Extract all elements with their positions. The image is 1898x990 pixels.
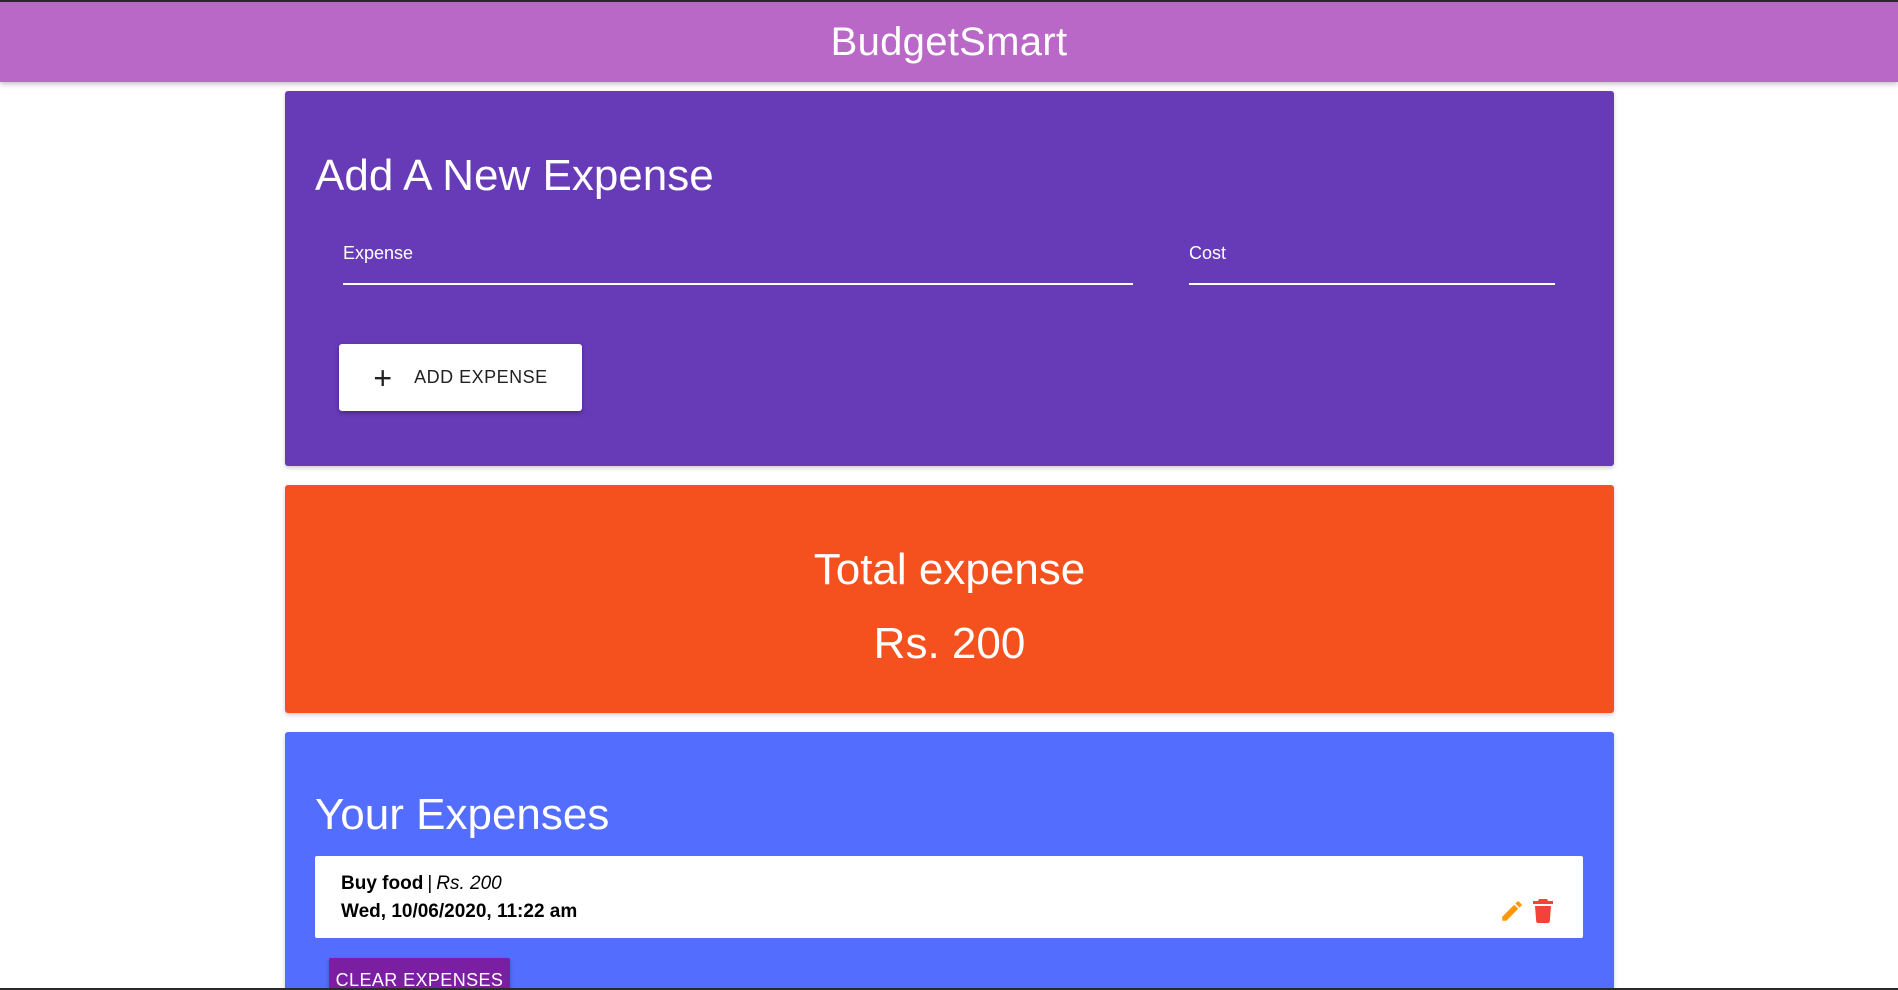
- cost-field[interactable]: Cost: [1189, 243, 1555, 285]
- expense-list-item: Buy food | Rs. 200 Wed, 10/06/2020, 11:22 …: [315, 856, 1583, 938]
- clear-expenses-button-label: CLEAR EXPENSES: [335, 970, 504, 990]
- cost-input[interactable]: [1189, 259, 1555, 281]
- total-expense-title: Total expense: [813, 545, 1086, 594]
- your-expenses-heading: Your Expenses: [315, 790, 610, 839]
- expense-input[interactable]: [343, 259, 1133, 281]
- total-expense-card: Total expense Rs. 200: [285, 485, 1614, 713]
- expense-item-name: Buy food: [341, 873, 424, 894]
- your-expenses-card: Your Expenses Buy food | Rs. 200 Wed, 10/0…: [285, 732, 1614, 990]
- clear-expenses-button[interactable]: CLEAR EXPENSES: [329, 958, 510, 990]
- plus-icon: +: [373, 359, 393, 396]
- pencil-icon[interactable]: [1499, 898, 1525, 924]
- expense-item-separator: |: [427, 873, 433, 894]
- app-header: BudgetSmart: [0, 2, 1898, 82]
- expense-item-summary: Buy food | Rs. 200: [341, 873, 502, 895]
- app-title: BudgetSmart: [830, 19, 1068, 64]
- add-expense-button-label: ADD EXPENSE: [414, 367, 548, 387]
- app-root: BudgetSmart Add A New Expense Expense Co…: [0, 0, 1898, 990]
- add-expense-heading: Add A New Expense: [315, 151, 714, 200]
- total-expense-value: Rs. 200: [873, 619, 1026, 668]
- trash-icon[interactable]: [1531, 898, 1555, 924]
- expense-field[interactable]: Expense: [343, 243, 1133, 285]
- expense-item-cost: Rs. 200: [436, 873, 502, 894]
- add-expense-button[interactable]: + ADD EXPENSE: [339, 344, 582, 411]
- expense-item-date: Wed, 10/06/2020, 11:22 am: [341, 901, 578, 922]
- add-expense-card: Add A New Expense Expense Cost + ADD EXP…: [285, 91, 1614, 466]
